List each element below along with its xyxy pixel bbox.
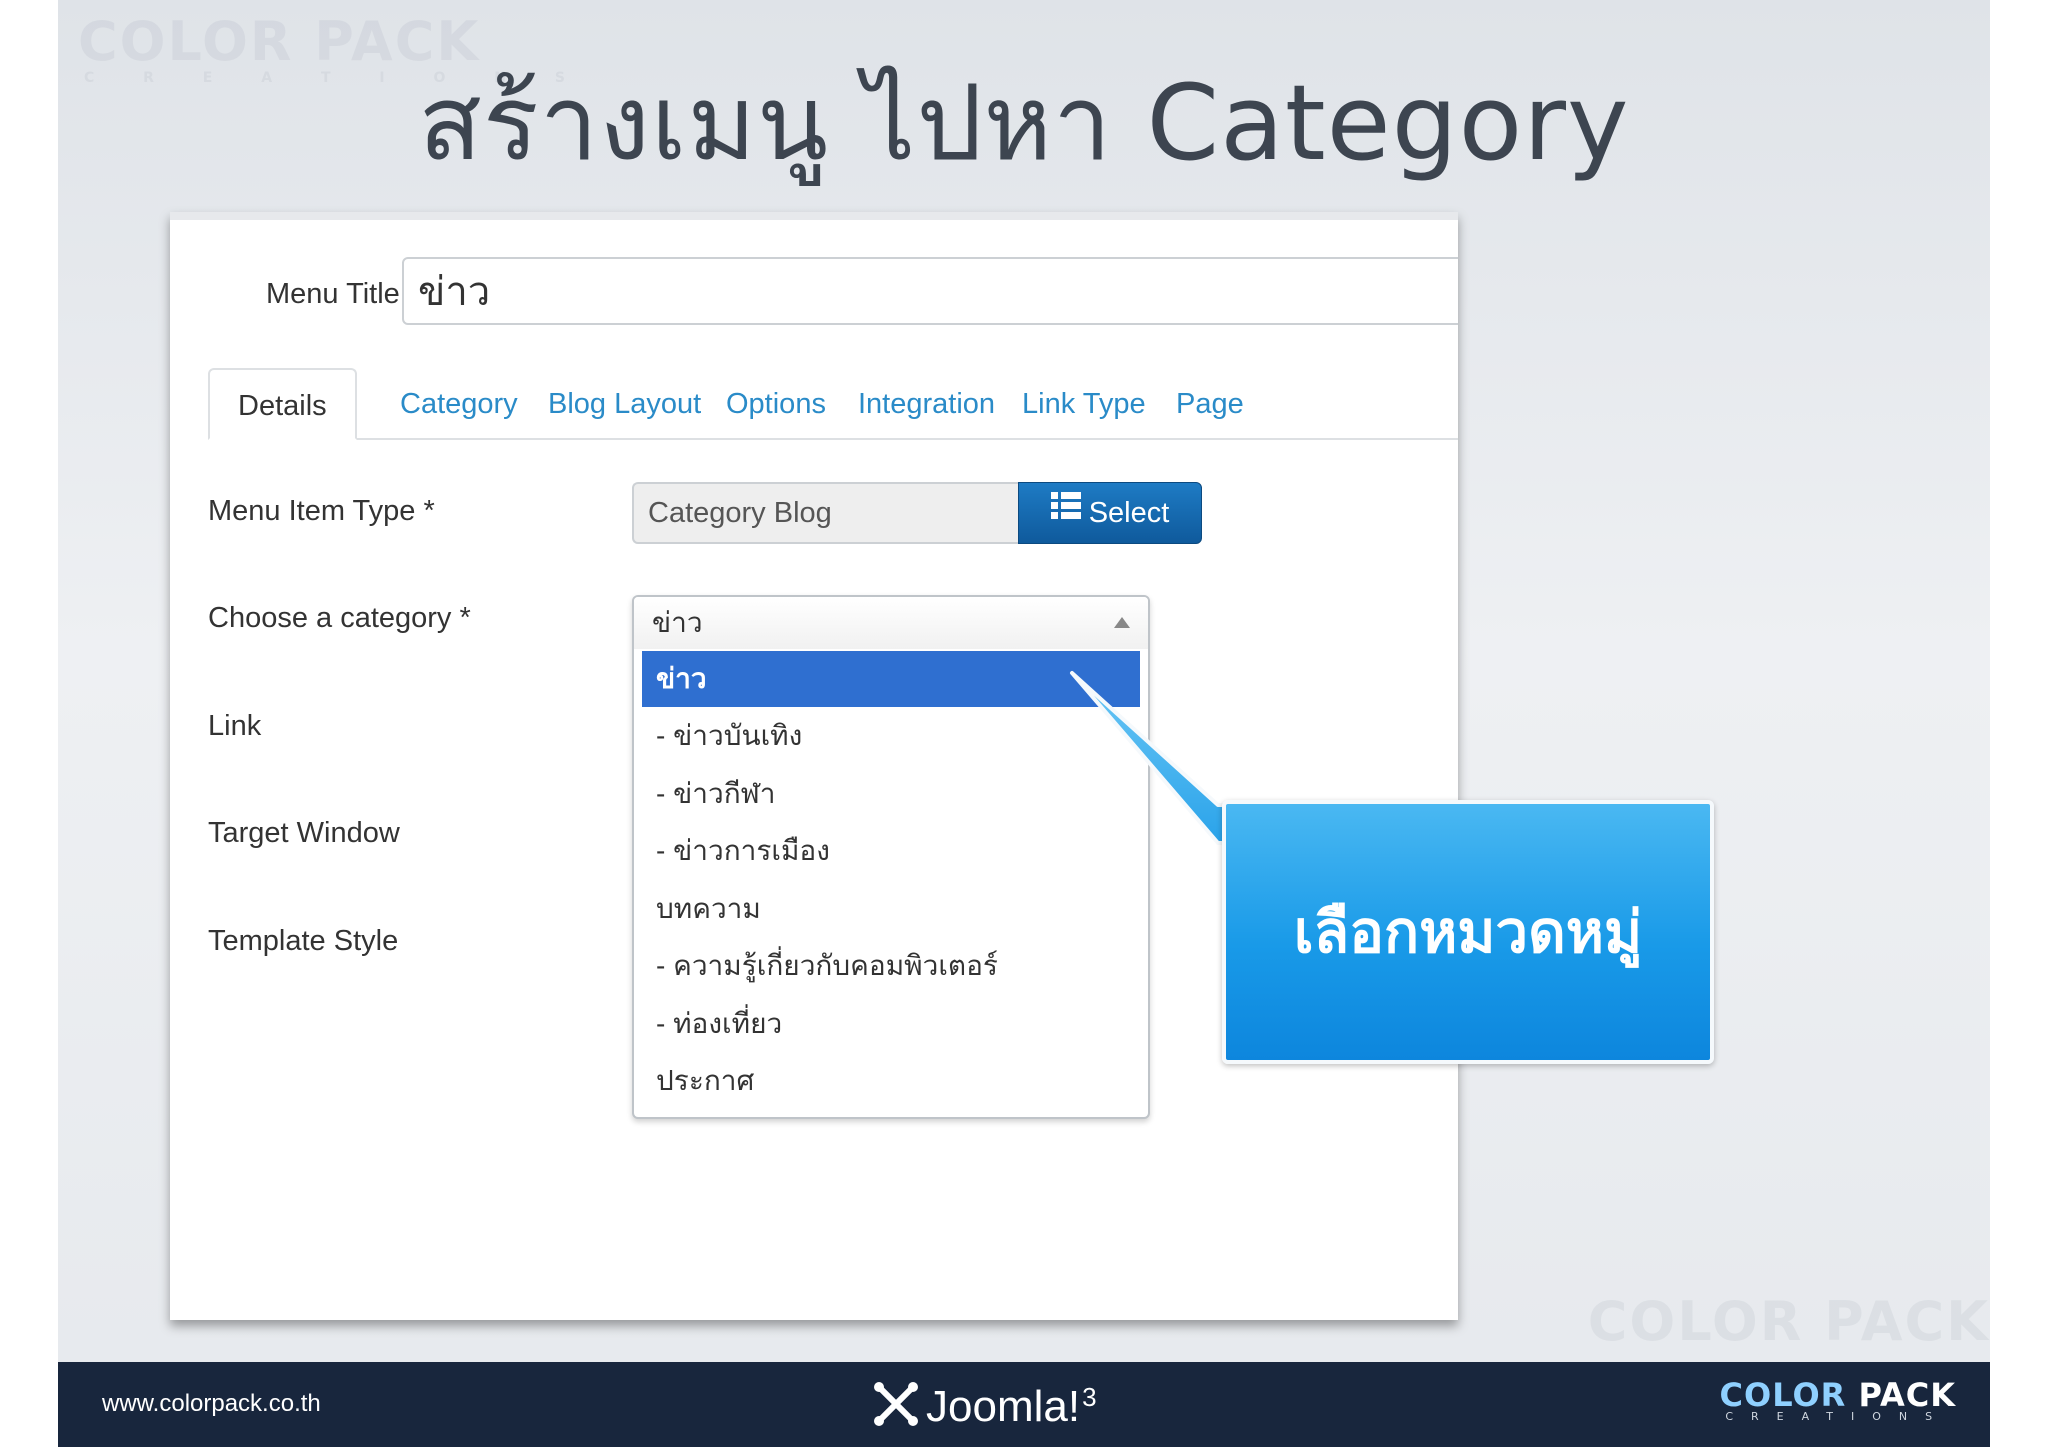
select-menu-type-button[interactable]: Select [1018,482,1202,544]
tab-category[interactable]: Category [400,368,518,438]
category-option[interactable]: - ข่าวบันเทิง [642,707,1140,765]
colorpack-logo: COLOR PACK CREATIONS [1720,1376,1956,1423]
tab-details[interactable]: Details [208,368,357,440]
menu-item-type-field: Category Blog [632,482,1018,544]
category-options-list: ข่าว - ข่าวบันเทิง - ข่าวกีฬา - ข่าวการเ… [642,651,1140,1110]
category-option[interactable]: - ข่าวกีฬา [642,765,1140,823]
menu-item-type-label: Menu Item Type * [208,495,435,527]
category-option[interactable]: บทความ [642,880,1140,938]
tab-integration[interactable]: Integration [858,368,995,438]
tab-link-type[interactable]: Link Type [1022,368,1146,438]
joomla-logo: Joomla!3 [870,1378,1097,1434]
select-button-label: Select [1088,497,1170,529]
category-option[interactable]: - ความรู้เกี่ยวกับคอมพิวเตอร์ [642,937,1140,995]
category-select-current[interactable]: ข่าว [634,597,1148,649]
chevron-up-icon[interactable] [1114,617,1130,628]
brand-pack-text: PACK [1858,1376,1956,1414]
tab-options[interactable]: Options [726,368,826,438]
footer-url: www.colorpack.co.th [102,1390,321,1417]
footer-bar: www.colorpack.co.th Joomla!3 COLOR PACK … [58,1362,1990,1447]
tab-blog-layout[interactable]: Blog Layout [548,368,701,438]
category-option[interactable]: - ข่าวการเมือง [642,822,1140,880]
joomla-wordmark: Joomla! [926,1382,1081,1431]
brand-color-text: COLOR [1719,1376,1847,1414]
tab-page[interactable]: Page [1176,368,1244,438]
category-option[interactable]: ประกาศ [642,1052,1140,1110]
slide: COLOR PACK C R E A T I O N S COLOR PACK … [58,0,1990,1447]
menu-title-input[interactable] [402,257,1458,325]
link-label: Link [208,710,262,742]
watermark-bottom: COLOR PACK [1587,1290,1990,1353]
tab-bar: Details Category Blog Layout Options Int… [208,368,1458,440]
list-grid-icon [1050,481,1081,541]
menu-title-label: Menu Title * [266,278,420,310]
brand-sub-text: CREATIONS [1725,1410,1951,1423]
category-option[interactable]: - ท่องเที่ยว [642,995,1140,1053]
callout-choose-category: เลือกหมวดหมู่ [1222,800,1714,1064]
joomla-icon [874,1382,918,1426]
template-style-label: Template Style [208,925,399,957]
category-option[interactable]: ข่าว [642,651,1140,707]
choose-category-label: Choose a category * [208,602,471,634]
joomla-version: 3 [1082,1382,1097,1412]
target-window-label: Target Window [208,817,400,849]
slide-title: สร้างเมนู ไปหา Category [418,62,1630,184]
